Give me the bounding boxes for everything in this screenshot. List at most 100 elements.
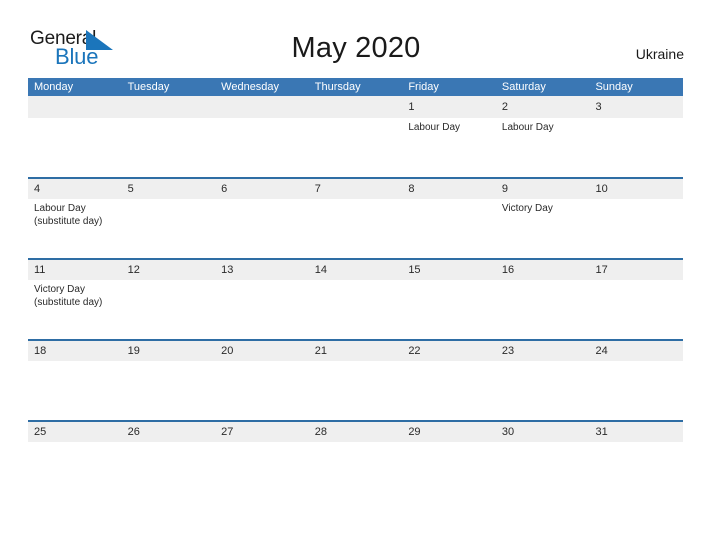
day-number[interactable]: 16 xyxy=(496,260,590,280)
calendar-page: General Blue May 2020 Ukraine Monday Tue… xyxy=(0,0,712,550)
calendar-week-row: 4 5 6 7 8 9 10 Labour Day (substitute day) Victor… xyxy=(28,177,683,258)
day-cell-events xyxy=(402,280,496,339)
weekday-header-monday: Monday xyxy=(34,81,74,93)
day-cell-events xyxy=(215,442,309,501)
day-number[interactable]: 1 xyxy=(402,96,496,118)
day-cell-events xyxy=(496,280,590,339)
day-cell-events xyxy=(122,118,216,177)
day-number[interactable]: 23 xyxy=(496,341,590,361)
day-number[interactable]: 26 xyxy=(122,422,216,442)
holiday-label: Labour Day xyxy=(34,203,86,214)
day-cell-events xyxy=(589,361,683,420)
day-number[interactable]: 31 xyxy=(589,422,683,442)
day-number[interactable]: 29 xyxy=(402,422,496,442)
day-number[interactable]: 5 xyxy=(122,179,216,199)
holiday-label: Labour Day xyxy=(501,122,554,133)
calendar-week-row: 25 26 27 28 29 30 31 xyxy=(28,420,683,501)
day-number[interactable]: 17 xyxy=(589,260,683,280)
calendar-weeks: 1 2 3 Labour Day Labour Day 4 5 6 7 8 9 10 Labour Da… xyxy=(28,96,683,501)
week-date-band: 123 xyxy=(28,96,683,118)
weekday-header-sunday: Sunday xyxy=(595,81,633,93)
day-cell-events xyxy=(309,199,403,258)
day-cell-events xyxy=(402,199,496,258)
day-number-empty xyxy=(215,96,309,118)
day-cell-events: Labour Day (substitute day) xyxy=(28,199,122,258)
day-number[interactable]: 28 xyxy=(309,422,403,442)
day-cell-events: Labour Day xyxy=(402,118,496,177)
weekday-header-saturday: Saturday xyxy=(501,81,546,93)
day-cell-events xyxy=(309,442,403,501)
day-number[interactable]: 11 xyxy=(28,260,122,280)
day-cell-events xyxy=(122,199,216,258)
day-number[interactable]: 7 xyxy=(309,179,403,199)
day-number[interactable]: 24 xyxy=(589,341,683,361)
day-cell-events xyxy=(122,361,216,420)
day-cell-events xyxy=(28,442,122,501)
day-number[interactable]: 12 xyxy=(122,260,216,280)
region-label: Ukraine xyxy=(635,46,684,62)
day-number[interactable]: 19 xyxy=(122,341,216,361)
day-number[interactable]: 15 xyxy=(402,260,496,280)
week-date-band: 18 19 20 21 22 23 24 xyxy=(28,339,683,361)
day-cell-events xyxy=(122,280,216,339)
day-cell-events xyxy=(589,280,683,339)
weekday-header-wednesday: Wednesday xyxy=(221,81,280,93)
day-number[interactable]: 3 xyxy=(589,96,683,118)
week-event-band: Labour Day Labour Day xyxy=(28,118,683,177)
day-number[interactable]: 6 xyxy=(215,179,309,199)
day-number[interactable]: 25 xyxy=(28,422,122,442)
week-date-band: 11 12 13 14 15 16 17 xyxy=(28,258,683,280)
day-number[interactable]: 30 xyxy=(496,422,590,442)
week-event-band xyxy=(28,442,683,501)
week-event-band: Victory Day (substitute day) xyxy=(28,280,683,339)
day-cell-events xyxy=(402,361,496,420)
day-number[interactable]: 18 xyxy=(28,341,122,361)
holiday-label: Victory Day xyxy=(34,284,85,295)
day-number[interactable]: 10 xyxy=(589,179,683,199)
week-date-band: 25 26 27 28 29 30 31 xyxy=(28,420,683,442)
day-number[interactable]: 20 xyxy=(215,341,309,361)
page-title: May 2020 xyxy=(291,32,421,64)
weekday-header-thursday: Thursday xyxy=(314,81,361,93)
day-cell-events xyxy=(402,442,496,501)
day-cell-events xyxy=(589,199,683,258)
weekday-header-friday: Friday xyxy=(408,81,439,93)
day-cell-events xyxy=(122,442,216,501)
week-date-band: 4 5 6 7 8 9 10 xyxy=(28,177,683,199)
day-number[interactable]: 13 xyxy=(215,260,309,280)
day-cell-events xyxy=(496,361,590,420)
day-number[interactable]: 27 xyxy=(215,422,309,442)
week-event-band xyxy=(28,361,683,420)
day-cell-events xyxy=(589,118,683,177)
day-cell-events xyxy=(309,118,403,177)
day-number-empty xyxy=(122,96,216,118)
day-number[interactable]: 4 xyxy=(28,179,122,199)
day-cell-events xyxy=(215,280,309,339)
day-number[interactable]: 2 xyxy=(496,96,590,118)
day-cell-events xyxy=(309,280,403,339)
weekday-header-row: Monday Tuesday Wednesday Thursday Friday… xyxy=(28,78,683,96)
day-number[interactable]: 9 xyxy=(496,179,590,199)
day-cell-events: Victory Day xyxy=(496,199,590,258)
day-cell-events xyxy=(28,118,122,177)
day-cell-events xyxy=(589,442,683,501)
holiday-label: Labour Day xyxy=(408,122,461,133)
day-number-empty xyxy=(309,96,403,118)
day-number[interactable]: 21 xyxy=(309,341,403,361)
day-number[interactable]: 14 xyxy=(309,260,403,280)
day-cell-events: Victory Day (substitute day) xyxy=(28,280,122,339)
day-cell-events xyxy=(28,361,122,420)
holiday-label: (substitute day) xyxy=(34,297,103,308)
day-cell-events xyxy=(215,361,309,420)
day-number-empty xyxy=(28,96,122,118)
day-number[interactable]: 22 xyxy=(402,341,496,361)
page-header: General Blue May 2020 Ukraine xyxy=(0,0,712,78)
day-cell-events xyxy=(496,442,590,501)
day-cell-events xyxy=(215,199,309,258)
day-cell-events xyxy=(215,118,309,177)
day-number[interactable]: 8 xyxy=(402,179,496,199)
calendar-week-row: 18 19 20 21 22 23 24 xyxy=(28,339,683,420)
weekday-header-tuesday: Tuesday xyxy=(127,81,170,93)
day-cell-events xyxy=(309,361,403,420)
day-cell-events: Labour Day xyxy=(496,118,590,177)
